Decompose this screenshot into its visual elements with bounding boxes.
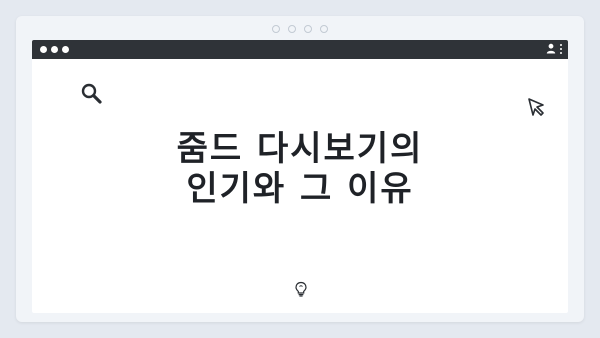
minimize-dot[interactable] — [51, 46, 58, 53]
lightbulb-icon — [295, 281, 307, 297]
pager-dot[interactable] — [272, 25, 280, 33]
window-titlebar — [32, 40, 568, 59]
user-icon[interactable] — [546, 43, 556, 54]
page-title: 줌드 다시보기의 인기와 그 이유 — [32, 129, 568, 209]
close-dot[interactable] — [40, 46, 47, 53]
maximize-dot[interactable] — [62, 46, 69, 53]
pager-dot[interactable] — [288, 25, 296, 33]
kebab-menu-icon[interactable] — [560, 43, 562, 54]
titlebar-actions — [546, 43, 562, 54]
title-line-1: 줌드 다시보기의 — [176, 129, 424, 169]
pager-dot[interactable] — [320, 25, 328, 33]
search-icon[interactable] — [80, 82, 104, 106]
window-controls — [40, 46, 69, 53]
title-line-2: 인기와 그 이유 — [186, 169, 414, 209]
pager-dot[interactable] — [304, 25, 312, 33]
pager-dots — [16, 25, 584, 33]
browser-window: 줌드 다시보기의 인기와 그 이유 — [32, 40, 568, 313]
cursor-icon[interactable] — [526, 96, 548, 118]
